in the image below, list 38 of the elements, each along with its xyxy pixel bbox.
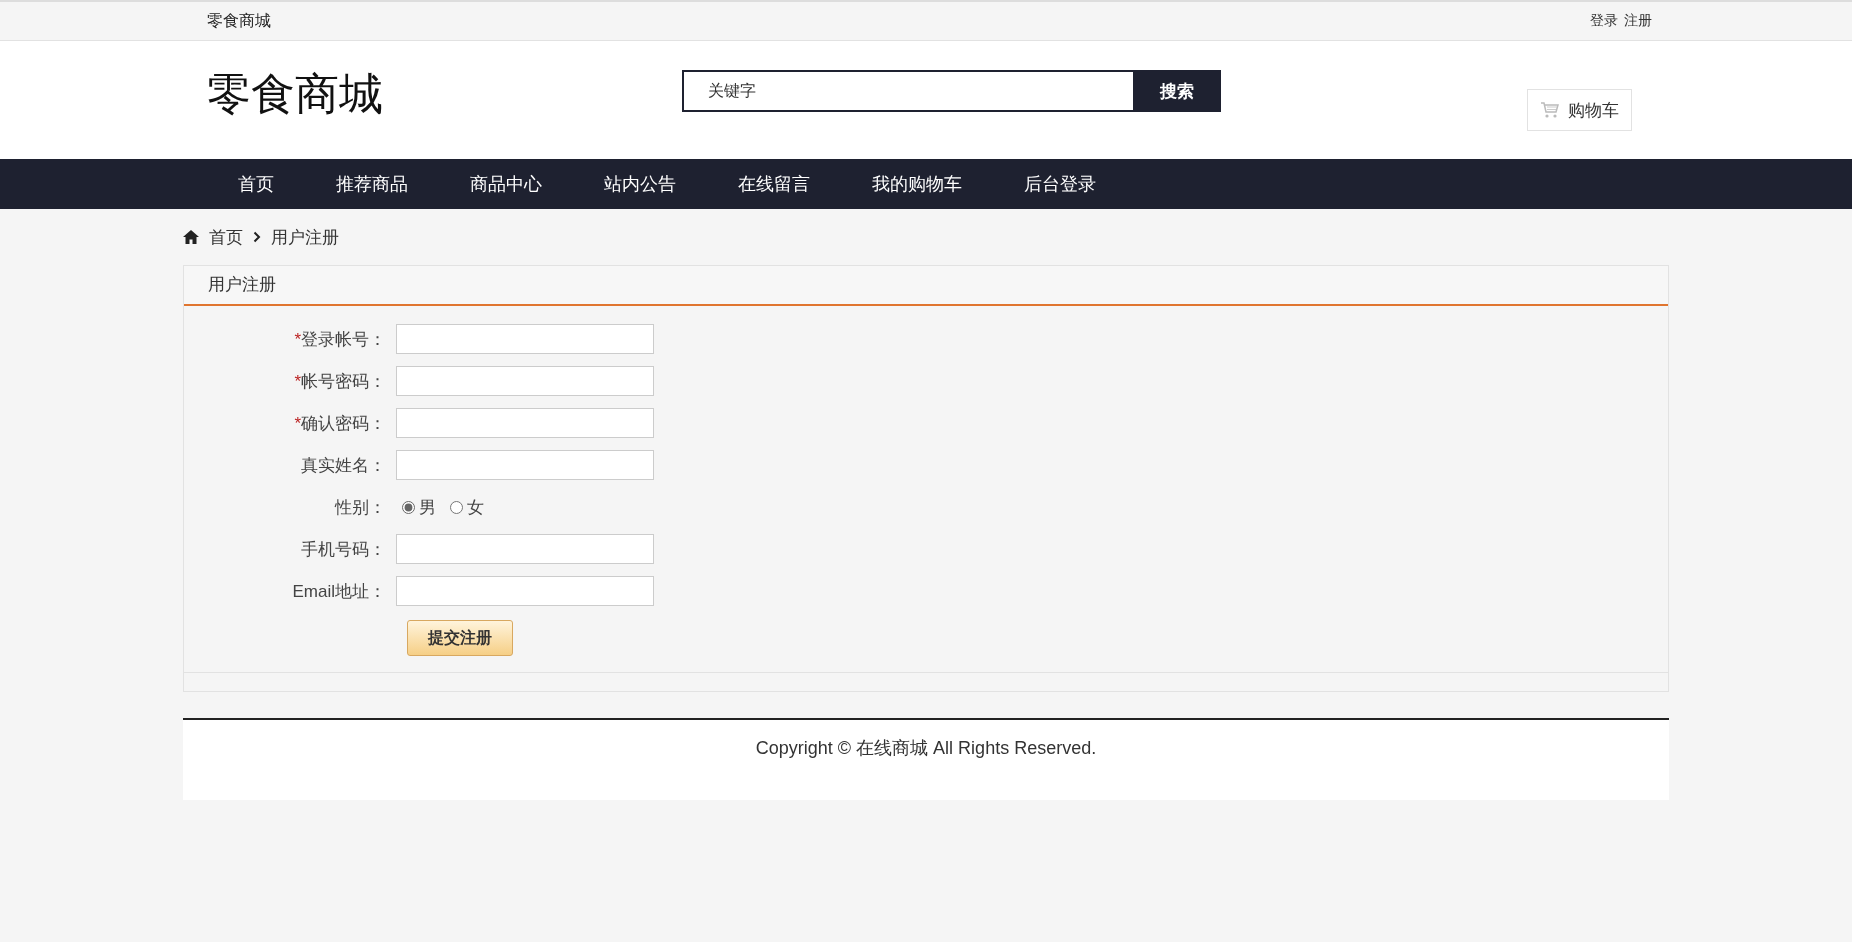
top-link[interactable]: 登录 (1590, 12, 1618, 30)
field-label: *登录帐号： (293, 328, 387, 351)
nav-link[interactable]: 站内公告 (573, 159, 707, 209)
breadcrumb-link[interactable]: 首页 (209, 225, 243, 249)
search-button[interactable]: 搜索 (1133, 70, 1221, 112)
field-label: 性别： (333, 496, 387, 519)
nav-link[interactable]: 首页 (207, 159, 305, 209)
submit-button[interactable]: 提交注册 (407, 620, 513, 656)
nav-link[interactable]: 在线留言 (707, 159, 841, 209)
site-logo: 零食商城 (207, 68, 384, 120)
copyright-text: Copyright © 在线商城 All Rights Reserved. (754, 737, 1098, 760)
field-label: *确认密码： (293, 412, 387, 435)
nav-link[interactable]: 商品中心 (439, 159, 573, 209)
field-label: Email地址： (291, 580, 387, 603)
text-field[interactable] (396, 576, 654, 606)
field-label: 真实姓名： (300, 454, 387, 477)
text-field[interactable] (396, 534, 654, 564)
home-icon (183, 230, 199, 244)
text-field[interactable] (396, 324, 654, 354)
nav-link[interactable]: 我的购物车 (841, 159, 993, 209)
radio-label: 男 (419, 496, 436, 519)
radio-button[interactable] (402, 500, 415, 514)
site-name: 零食商城 (207, 10, 271, 31)
cart-button[interactable]: 购物车 (1527, 89, 1632, 131)
search-field[interactable]: 关键字 (682, 70, 1133, 112)
text-field[interactable] (396, 366, 654, 396)
radio-label: 女 (467, 496, 484, 519)
top-link[interactable]: 注册 (1624, 12, 1652, 30)
chevron-right-icon (253, 231, 261, 243)
text-field[interactable] (396, 450, 654, 480)
breadcrumb-current: 用户注册 (271, 226, 339, 249)
nav-link[interactable]: 推荐商品 (305, 159, 439, 209)
field-label: 手机号码： (300, 538, 387, 561)
field-label: *帐号密码： (293, 370, 387, 393)
radio-button[interactable] (450, 500, 463, 514)
cart-icon (1540, 101, 1560, 119)
text-field[interactable] (396, 408, 654, 438)
nav-link[interactable]: 后台登录 (993, 159, 1127, 209)
